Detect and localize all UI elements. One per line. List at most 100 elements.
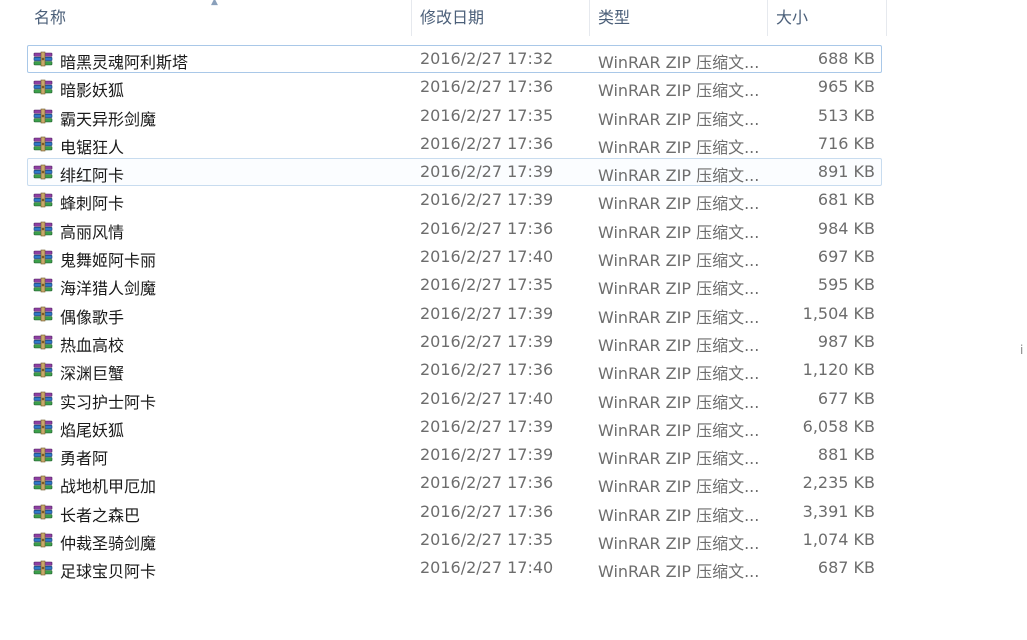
winrar-archive-icon: [33, 164, 53, 180]
file-name: 暗影妖狐: [60, 81, 125, 101]
file-type: WinRAR ZIP 压缩文...: [598, 166, 760, 186]
file-row[interactable]: 偶像歌手 2016/2/27 17:39 WinRAR ZIP 压缩文... 1,50…: [27, 300, 882, 328]
file-size: 6,058 KB: [802, 416, 875, 436]
file-row[interactable]: 绯红阿卡 2016/2/27 17:39 WinRAR ZIP 压缩文... 891 …: [27, 158, 882, 187]
winrar-archive-icon: [33, 362, 53, 378]
file-modified-date: 2016/2/27 17:39: [420, 190, 554, 210]
file-size: 1,074 KB: [802, 530, 875, 550]
column-header-name[interactable]: 名称: [26, 0, 412, 36]
file-list: 暗黑灵魂阿利斯塔 2016/2/27 17:32 WinRAR ZIP 压缩文...…: [27, 45, 882, 583]
file-row[interactable]: 仲裁圣骑剑魔 2016/2/27 17:35 WinRAR ZIP 压缩文... 1,…: [27, 526, 882, 554]
winrar-archive-icon: [33, 51, 53, 67]
file-size: 2,235 KB: [802, 473, 875, 493]
file-size: 984 KB: [817, 218, 875, 238]
file-modified-date: 2016/2/27 17:35: [420, 105, 554, 125]
file-row[interactable]: 电锯狂人 2016/2/27 17:36 WinRAR ZIP 压缩文... 716 …: [27, 130, 882, 158]
winrar-archive-icon: [33, 447, 53, 463]
file-modified-date: 2016/2/27 17:40: [420, 388, 554, 408]
file-modified-date: 2016/2/27 17:32: [420, 49, 554, 68]
file-size: 688 KB: [817, 49, 875, 68]
file-modified-date: 2016/2/27 17:36: [420, 473, 554, 493]
file-row[interactable]: 战地机甲厄加 2016/2/27 17:36 WinRAR ZIP 压缩文... 2,…: [27, 469, 882, 497]
clipped-edge-text: i: [1020, 343, 1024, 357]
file-type: WinRAR ZIP 压缩文...: [598, 81, 760, 101]
winrar-archive-icon: [33, 475, 53, 491]
file-type: WinRAR ZIP 压缩文...: [598, 194, 760, 214]
file-type: WinRAR ZIP 压缩文...: [598, 307, 760, 327]
file-name: 偶像歌手: [60, 307, 125, 327]
file-size: 513 KB: [817, 105, 875, 125]
file-size: 881 KB: [817, 445, 875, 465]
file-row[interactable]: 高丽风情 2016/2/27 17:36 WinRAR ZIP 压缩文... 984 …: [27, 215, 882, 243]
column-divider[interactable]: [886, 0, 887, 36]
file-name: 热血高校: [60, 335, 125, 355]
file-modified-date: 2016/2/27 17:35: [420, 275, 554, 295]
file-modified-date: 2016/2/27 17:39: [420, 331, 554, 351]
file-name: 足球宝贝阿卡: [60, 562, 157, 582]
file-row[interactable]: 蜂刺阿卡 2016/2/27 17:39 WinRAR ZIP 压缩文... 681 …: [27, 186, 882, 214]
winrar-archive-icon: [33, 532, 53, 548]
winrar-archive-icon: [33, 136, 53, 152]
file-type: WinRAR ZIP 压缩文...: [598, 534, 760, 554]
file-row[interactable]: 足球宝贝阿卡 2016/2/27 17:40 WinRAR ZIP 压缩文... 68…: [27, 554, 882, 582]
file-row[interactable]: 霸天异形剑魔 2016/2/27 17:35 WinRAR ZIP 压缩文... 51…: [27, 102, 882, 130]
column-header-bar: ▲ 名称 修改日期 类型 大小: [0, 0, 887, 36]
file-size: 681 KB: [817, 190, 875, 210]
file-row[interactable]: 勇者阿 2016/2/27 17:39 WinRAR ZIP 压缩文... 881 K…: [27, 441, 882, 469]
file-modified-date: 2016/2/27 17:35: [420, 530, 554, 550]
winrar-archive-icon: [33, 108, 53, 124]
file-name: 仲裁圣骑剑魔: [60, 534, 157, 554]
file-name: 海洋猎人剑魔: [60, 279, 157, 299]
column-header-modified[interactable]: 修改日期: [412, 0, 590, 36]
file-type: WinRAR ZIP 压缩文...: [598, 420, 760, 440]
file-type: WinRAR ZIP 压缩文...: [598, 392, 760, 412]
file-type: WinRAR ZIP 压缩文...: [598, 109, 760, 129]
file-row[interactable]: 暗黑灵魂阿利斯塔 2016/2/27 17:32 WinRAR ZIP 压缩文...…: [27, 45, 882, 74]
winrar-archive-icon: [33, 419, 53, 435]
file-modified-date: 2016/2/27 17:36: [420, 501, 554, 521]
column-header-size[interactable]: 大小: [768, 0, 886, 36]
file-modified-date: 2016/2/27 17:36: [420, 77, 554, 97]
file-name: 实习护士阿卡: [60, 392, 157, 412]
winrar-archive-icon: [33, 277, 53, 293]
file-name: 暗黑灵魂阿利斯塔: [60, 53, 189, 72]
file-row[interactable]: 暗影妖狐 2016/2/27 17:36 WinRAR ZIP 压缩文... 965 …: [27, 73, 882, 101]
file-type: WinRAR ZIP 压缩文...: [598, 505, 760, 525]
column-header-type[interactable]: 类型: [590, 0, 768, 36]
file-name: 高丽风情: [60, 222, 125, 242]
file-modified-date: 2016/2/27 17:39: [420, 162, 554, 182]
file-row[interactable]: 热血高校 2016/2/27 17:39 WinRAR ZIP 压缩文... 987 …: [27, 328, 882, 356]
file-type: WinRAR ZIP 压缩文...: [598, 53, 760, 72]
winrar-archive-icon: [33, 249, 53, 265]
file-row[interactable]: 长者之森巴 2016/2/27 17:36 WinRAR ZIP 压缩文... 3,3…: [27, 498, 882, 526]
winrar-archive-icon: [33, 504, 53, 520]
winrar-archive-icon: [33, 391, 53, 407]
winrar-archive-icon: [33, 192, 53, 208]
file-size: 677 KB: [817, 388, 875, 408]
file-name: 霸天异形剑魔: [60, 109, 157, 129]
file-name: 绯红阿卡: [60, 166, 125, 186]
file-row[interactable]: 焰尾妖狐 2016/2/27 17:39 WinRAR ZIP 压缩文... 6,05…: [27, 413, 882, 441]
file-size: 687 KB: [817, 558, 875, 578]
file-size: 891 KB: [817, 162, 875, 182]
file-name: 深渊巨蟹: [60, 364, 125, 384]
file-row[interactable]: 鬼舞姬阿卡丽 2016/2/27 17:40 WinRAR ZIP 压缩文... 69…: [27, 243, 882, 271]
file-modified-date: 2016/2/27 17:36: [420, 218, 554, 238]
file-type: WinRAR ZIP 压缩文...: [598, 222, 760, 242]
file-type: WinRAR ZIP 压缩文...: [598, 477, 760, 497]
file-size: 987 KB: [817, 331, 875, 351]
winrar-archive-icon: [33, 221, 53, 237]
file-type: WinRAR ZIP 压缩文...: [598, 449, 760, 469]
file-name: 勇者阿: [60, 449, 109, 469]
file-modified-date: 2016/2/27 17:39: [420, 445, 554, 465]
file-modified-date: 2016/2/27 17:39: [420, 303, 554, 323]
winrar-archive-icon: [33, 560, 53, 576]
file-type: WinRAR ZIP 压缩文...: [598, 335, 760, 355]
file-name: 战地机甲厄加: [60, 477, 157, 497]
file-row[interactable]: 海洋猎人剑魔 2016/2/27 17:35 WinRAR ZIP 压缩文... 59…: [27, 271, 882, 299]
file-name: 鬼舞姬阿卡丽: [60, 251, 157, 271]
file-name: 焰尾妖狐: [60, 420, 125, 440]
file-row[interactable]: 实习护士阿卡 2016/2/27 17:40 WinRAR ZIP 压缩文... 67…: [27, 385, 882, 413]
file-name: 长者之森巴: [60, 505, 141, 525]
file-row[interactable]: 深渊巨蟹 2016/2/27 17:36 WinRAR ZIP 压缩文... 1,12…: [27, 356, 882, 384]
